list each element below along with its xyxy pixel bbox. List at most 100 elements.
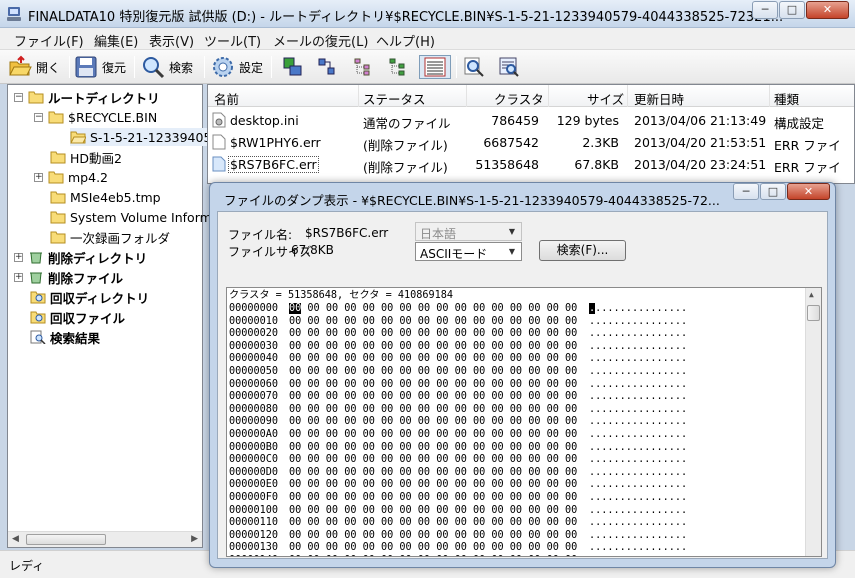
dump-ascii[interactable]: ................ (589, 541, 687, 554)
dump-bytes[interactable]: 00 00 00 00 00 00 00 00 00 00 00 00 00 0… (289, 554, 577, 556)
search-button[interactable]: 検索 (141, 54, 193, 80)
tree-item-recycle-bin[interactable]: − $RECYCLE.BIN (34, 108, 157, 126)
dump-ascii[interactable]: ................ (589, 516, 687, 529)
settings-button[interactable]: 設定 (211, 54, 263, 80)
dump-bytes[interactable]: 00 00 00 00 00 00 00 00 00 00 00 00 00 0… (289, 378, 577, 391)
column-modified[interactable]: 更新日時 (634, 89, 684, 108)
dump-ascii[interactable]: ................ (589, 428, 687, 441)
dump-bytes[interactable]: 00 00 00 00 00 00 00 00 00 00 00 00 00 0… (289, 365, 577, 378)
tree-item-deleted-directories[interactable]: + 削除ディレクトリ (14, 248, 147, 266)
search-find-button[interactable]: 検索(F)... (539, 240, 626, 261)
dump-ascii[interactable]: ................ (589, 403, 687, 416)
dialog-close-button[interactable]: ✕ (787, 183, 830, 200)
scroll-thumb[interactable] (26, 534, 106, 545)
dump-bytes[interactable]: 00 00 00 00 00 00 00 00 00 00 00 00 00 0… (289, 352, 577, 365)
dump-vertical-scrollbar[interactable]: ▲ (805, 288, 821, 556)
tree-view-button[interactable] (385, 55, 411, 79)
dump-bytes[interactable]: 00 00 00 00 00 00 00 00 00 00 00 00 00 0… (289, 415, 577, 428)
tree-item-temp-recording[interactable]: 一次録画フォルダ (50, 228, 170, 246)
scroll-right-arrow[interactable]: ▶ (191, 534, 198, 544)
dump-ascii[interactable]: ................ (589, 529, 687, 542)
dump-bytes[interactable]: 00 00 00 00 00 00 00 00 00 00 00 00 00 0… (289, 403, 577, 416)
dump-bytes[interactable]: 00 00 00 00 00 00 00 00 00 00 00 00 00 0… (289, 315, 577, 328)
expand-toggle[interactable]: + (14, 252, 23, 262)
list-row-selected[interactable]: $RS7B6FC.err (削除ファイル) 51358648 67.8KB 20… (208, 153, 854, 175)
large-icons-view-button[interactable] (280, 55, 306, 79)
dump-bytes[interactable]: 00 00 00 00 00 00 00 00 00 00 00 00 00 0… (289, 529, 577, 542)
dump-ascii[interactable]: ................ (589, 441, 687, 454)
scroll-left-arrow[interactable]: ◀ (12, 534, 19, 544)
dump-ascii[interactable]: ................ (589, 390, 687, 403)
menu-file[interactable]: ファイル(F) (14, 31, 84, 50)
list-row[interactable]: $RW1PHY6.err (削除ファイル) 6687542 2.3KB 2013… (208, 131, 854, 153)
dump-ascii[interactable]: ................ (589, 340, 687, 353)
menu-help[interactable]: ヘルプ(H) (376, 31, 435, 50)
dump-bytes[interactable]: 00 00 00 00 00 00 00 00 00 00 00 00 00 0… (289, 428, 577, 441)
dump-bytes[interactable]: 00 00 00 00 00 00 00 00 00 00 00 00 00 0… (289, 302, 577, 315)
dump-bytes[interactable]: 00 00 00 00 00 00 00 00 00 00 00 00 00 0… (289, 541, 577, 554)
tree-item-recovered-directories[interactable]: 回収ディレクトリ (30, 288, 149, 306)
column-name[interactable]: 名前 (214, 89, 239, 108)
dump-ascii[interactable]: ................ (589, 478, 687, 491)
dump-view-button[interactable] (496, 55, 522, 79)
dump-bytes[interactable]: 00 00 00 00 00 00 00 00 00 00 00 00 00 0… (289, 504, 577, 517)
dump-bytes[interactable]: 00 00 00 00 00 00 00 00 00 00 00 00 00 0… (289, 453, 577, 466)
menu-edit[interactable]: 編集(E) (94, 31, 138, 50)
hex-dump-view[interactable]: クラスタ = 51358648, セクタ = 410869184 0000000… (226, 287, 822, 557)
tree-item-root[interactable]: − ルートディレクトリ (14, 88, 160, 106)
dialog-maximize-button[interactable]: □ (760, 183, 786, 200)
column-cluster[interactable]: クラスタ (494, 89, 544, 108)
tree-item-mp4[interactable]: + mp4.2 (34, 168, 108, 186)
dump-bytes[interactable]: 00 00 00 00 00 00 00 00 00 00 00 00 00 0… (289, 441, 577, 454)
dump-ascii[interactable]: ................ (589, 554, 687, 556)
column-size[interactable]: サイズ (587, 89, 624, 108)
expand-toggle[interactable]: + (14, 272, 23, 282)
list-view-button[interactable] (350, 55, 376, 79)
directory-tree[interactable]: − ルートディレクトリ − $RECYCLE.BIN S-1-5-21-1233… (7, 84, 243, 548)
dump-bytes[interactable]: 00 00 00 00 00 00 00 00 00 00 00 00 00 0… (289, 340, 577, 353)
collapse-toggle[interactable]: − (34, 112, 43, 122)
dump-bytes[interactable]: 00 00 00 00 00 00 00 00 00 00 00 00 00 0… (289, 478, 577, 491)
tree-item-search-results[interactable]: 検索結果 (30, 328, 100, 346)
tree-item-sid-folder[interactable]: S-1-5-21-1233940579 (70, 128, 228, 146)
tree-item-recovered-files[interactable]: 回収ファイル (30, 308, 125, 326)
open-button[interactable]: 開く (8, 54, 60, 80)
mode-select[interactable]: ASCIIモード ▼ (415, 242, 522, 261)
dump-ascii[interactable]: ................ (589, 504, 687, 517)
dump-ascii[interactable]: ................ (589, 415, 687, 428)
maximize-button[interactable]: □ (779, 1, 805, 19)
dump-ascii[interactable]: ................ (589, 365, 687, 378)
menu-mail-restore[interactable]: メールの復元(L) (273, 31, 368, 50)
tree-item-deleted-files[interactable]: + 削除ファイル (14, 268, 123, 286)
dump-ascii[interactable]: ................ (589, 491, 687, 504)
dump-ascii[interactable]: ................ (589, 302, 687, 315)
collapse-toggle[interactable]: − (14, 92, 23, 102)
tree-item-hd-video[interactable]: HD動画2 (50, 148, 122, 166)
dump-bytes[interactable]: 00 00 00 00 00 00 00 00 00 00 00 00 00 0… (289, 327, 577, 340)
menu-tools[interactable]: ツール(T) (204, 31, 261, 50)
scroll-thumb[interactable] (807, 305, 820, 321)
dump-ascii[interactable]: ................ (589, 453, 687, 466)
expand-toggle[interactable]: + (34, 172, 43, 182)
scroll-up-arrow[interactable]: ▲ (809, 290, 814, 299)
small-icons-view-button[interactable] (314, 55, 340, 79)
dump-ascii[interactable]: ................ (589, 327, 687, 340)
dump-bytes[interactable]: 00 00 00 00 00 00 00 00 00 00 00 00 00 0… (289, 390, 577, 403)
tree-horizontal-scrollbar[interactable]: ◀ ▶ (8, 531, 202, 547)
list-row[interactable]: desktop.ini 通常のファイル 786459 129 bytes 201… (208, 109, 854, 131)
dump-bytes[interactable]: 00 00 00 00 00 00 00 00 00 00 00 00 00 0… (289, 516, 577, 529)
selected-byte[interactable]: 00 (289, 303, 302, 314)
dump-ascii[interactable]: ................ (589, 352, 687, 365)
dump-bytes[interactable]: 00 00 00 00 00 00 00 00 00 00 00 00 00 0… (289, 466, 577, 479)
file-list[interactable]: 名前 ステータス クラスタ サイズ 更新日時 種類 desktop.ini 通常… (207, 84, 855, 184)
finaldata-app-icon[interactable] (5, 5, 23, 23)
dump-ascii[interactable]: ................ (589, 378, 687, 391)
dialog-minimize-button[interactable]: ─ (733, 183, 759, 200)
dump-bytes[interactable]: 00 00 00 00 00 00 00 00 00 00 00 00 00 0… (289, 491, 577, 504)
menu-view[interactable]: 表示(V) (149, 31, 194, 50)
column-type[interactable]: 種類 (774, 89, 799, 108)
dump-ascii[interactable]: ................ (589, 466, 687, 479)
details-view-button[interactable] (419, 55, 451, 79)
tree-item-msi-tmp[interactable]: MSIe4eb5.tmp (50, 188, 161, 206)
dump-ascii[interactable]: ................ (589, 315, 687, 328)
